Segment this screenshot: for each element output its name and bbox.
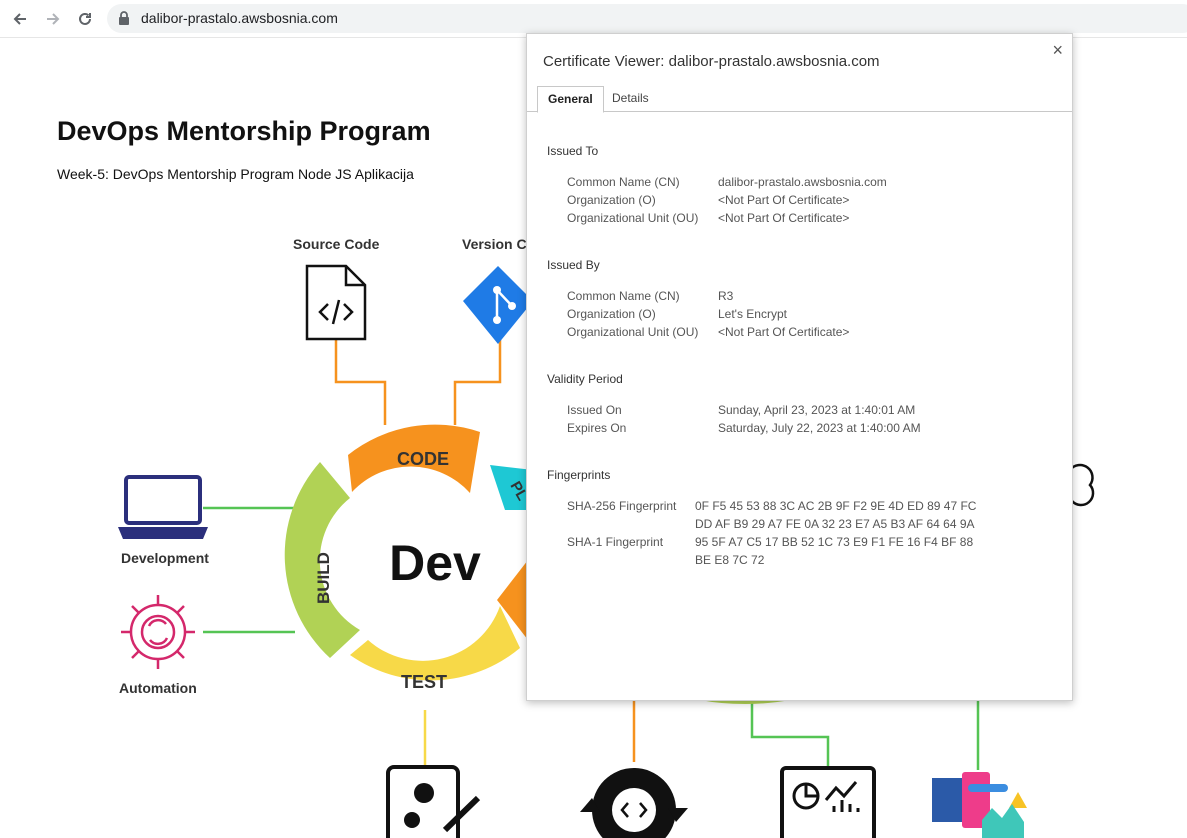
code-gear-icon — [580, 768, 688, 838]
issued-by-o-value: Let's Encrypt — [718, 307, 787, 321]
test-label: TEST — [401, 672, 447, 692]
tab-bar: General Details — [527, 86, 1072, 113]
issued-to-cn-value: dalibor-prastalo.awsbosnia.com — [718, 175, 887, 189]
issued-on-value: Sunday, April 23, 2023 at 1:40:01 AM — [718, 403, 916, 417]
dialog-title: Certificate Viewer: dalibor-prastalo.aws… — [543, 53, 880, 70]
automation-label: Automation — [119, 680, 197, 696]
close-icon[interactable]: × — [1052, 40, 1063, 61]
git-icon — [463, 266, 533, 344]
bottom-green-connector — [750, 700, 830, 768]
issued-to-o-value: <Not Part Of Certificate> — [718, 193, 850, 207]
monitoring-icon — [780, 766, 876, 838]
version-control-label: Version C — [462, 236, 527, 252]
issued-to-cn-key: Common Name (CN) — [567, 175, 680, 189]
issued-to-heading: Issued To — [547, 144, 599, 158]
cloud-icon — [1069, 463, 1095, 507]
development-label: Development — [121, 550, 209, 566]
dashboard-alert-icon — [932, 772, 1027, 838]
sha256-key: SHA-256 Fingerprint — [567, 499, 677, 513]
issued-by-o-key: Organization (O) — [567, 307, 656, 321]
version-control-connector — [453, 340, 502, 425]
issued-by-cn-key: Common Name (CN) — [567, 289, 680, 303]
automation-gear-icon — [121, 595, 195, 669]
source-code-label: Source Code — [293, 236, 380, 252]
source-code-icon — [305, 264, 367, 341]
issued-by-ou-value: <Not Part Of Certificate> — [718, 325, 850, 339]
validity-heading: Validity Period — [547, 372, 623, 386]
issued-by-cn-value: R3 — [718, 289, 734, 303]
test-segment — [350, 606, 520, 681]
issued-on-key: Issued On — [567, 403, 622, 417]
expires-on-key: Expires On — [567, 421, 627, 435]
issued-to-ou-key: Organizational Unit (OU) — [567, 211, 699, 225]
tab-general[interactable]: General — [537, 86, 604, 113]
code-label: CODE — [397, 449, 449, 469]
fingerprints-heading: Fingerprints — [547, 468, 611, 482]
sha256-line1: 0F F5 45 53 88 3C AC 2B 9F F2 9E 4D ED 8… — [695, 499, 977, 513]
laptop-icon — [118, 475, 208, 539]
sha256-line2: DD AF B9 29 A7 FE 0A 32 23 E7 A5 B3 AF 6… — [695, 517, 975, 531]
issued-to-o-key: Organization (O) — [567, 193, 656, 207]
tab-details[interactable]: Details — [602, 86, 659, 111]
certificate-viewer-dialog: Certificate Viewer: dalibor-prastalo.aws… — [526, 33, 1073, 701]
build-label: BUILD — [314, 552, 333, 604]
dev-center-label: Dev — [389, 535, 481, 591]
sha1-key: SHA-1 Fingerprint — [567, 535, 664, 549]
expires-on-value: Saturday, July 22, 2023 at 1:40:00 AM — [718, 421, 921, 435]
settings-tablet-icon — [386, 765, 481, 838]
source-code-connector — [334, 340, 387, 425]
issued-to-ou-value: <Not Part Of Certificate> — [718, 211, 850, 225]
issued-by-heading: Issued By — [547, 258, 600, 272]
sha1-line2: BE E8 7C 72 — [695, 553, 765, 567]
issued-by-ou-key: Organizational Unit (OU) — [567, 325, 699, 339]
sha1-line1: 95 5F A7 C5 17 BB 52 1C 73 E9 F1 FE 16 F… — [695, 535, 974, 549]
